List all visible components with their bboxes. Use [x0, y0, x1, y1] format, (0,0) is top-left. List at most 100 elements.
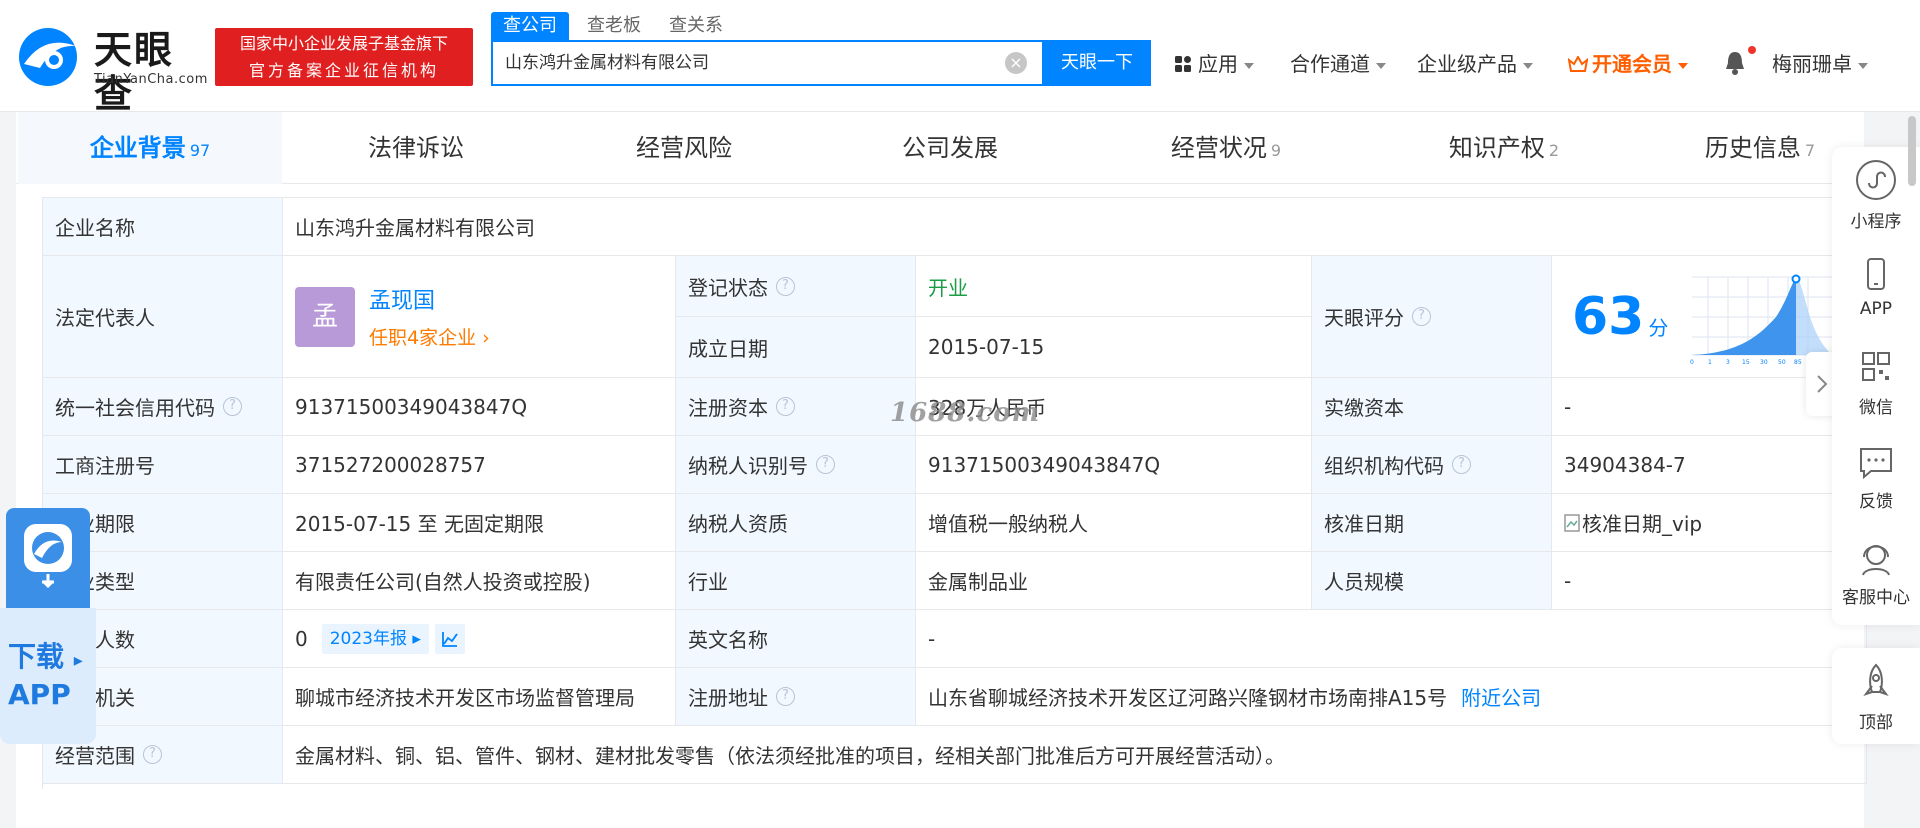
top-header: 天眼查 TianYanCha.com 国家中小企业发展子基金旗下 官方备案企业征… — [0, 0, 1920, 116]
axis-tick: 85 — [1794, 359, 1802, 366]
label-text: 纳税人识别号 — [688, 454, 808, 478]
tab-background[interactable]: 企业背景 97 — [18, 112, 282, 184]
tab-label: 企业背景 — [89, 134, 186, 162]
apps-grid-icon — [1175, 56, 1191, 72]
search-box: × — [491, 40, 1044, 86]
tab-search-company[interactable]: 查公司 — [491, 12, 569, 40]
rocket-icon — [1863, 663, 1889, 696]
tab-label: 经营风险 — [636, 134, 732, 162]
label-biz-reg-no: 工商注册号 — [43, 436, 283, 494]
tab-ip[interactable]: 知识产权 2 — [1394, 112, 1614, 184]
search-button[interactable]: 天眼一下 — [1043, 40, 1151, 86]
org-code: 34904384-7 — [1552, 436, 1867, 494]
help-icon[interactable]: ? — [776, 397, 795, 416]
label-legal-rep: 法定代表人 — [43, 256, 283, 378]
user-menu[interactable]: 梅丽珊卓 — [1772, 50, 1868, 78]
tab-label: 公司发展 — [902, 134, 998, 162]
nav-apps[interactable]: 应用 — [1174, 50, 1254, 78]
feedback-label: 反馈 — [1859, 492, 1893, 512]
score-marker — [1791, 274, 1801, 283]
app-label: APP — [1859, 299, 1893, 319]
label-industry: 行业 — [676, 552, 916, 610]
phone-icon — [1867, 258, 1885, 290]
trend-chart-icon[interactable] — [434, 623, 465, 654]
download-app-float[interactable]: 下载 ▸ APP — [0, 508, 96, 744]
axis-tick: 1 — [1708, 359, 1712, 366]
vip-button[interactable]: 开通会员 — [1567, 50, 1688, 78]
search-input[interactable] — [505, 42, 985, 84]
label-text: 登记状态 — [688, 275, 768, 300]
reg-status: 开业 — [916, 256, 1312, 317]
axis-tick: 30 — [1760, 359, 1768, 366]
crown-icon — [1567, 54, 1589, 72]
staff-size: - — [1552, 552, 1867, 610]
app-logo-icon — [24, 524, 72, 589]
legal-rep-name[interactable]: 孟现国 — [369, 283, 490, 315]
tianyancha-logo[interactable]: 天眼查 TianYanCha.com — [14, 24, 207, 116]
legal-rep-cell: 孟 孟现国 任职4家企业 › — [283, 256, 676, 378]
tab-history[interactable]: 历史信息 7 — [1660, 112, 1860, 184]
tab-litigation[interactable]: 法律诉讼 — [316, 112, 516, 184]
tab-risk[interactable]: 经营风险 — [584, 112, 784, 184]
headset-icon — [1862, 545, 1890, 576]
tab-operations[interactable]: 经营状况 9 — [1116, 112, 1336, 184]
chevron-down-icon — [1523, 62, 1533, 69]
tab-search-boss[interactable]: 查老板 — [587, 12, 641, 40]
label-taxpayer-type: 纳税人资质 — [676, 494, 916, 552]
label-score: 天眼评分? — [1312, 256, 1552, 378]
est-date: 2015-07-15 — [916, 317, 1312, 378]
qr-code-icon — [1862, 352, 1890, 381]
help-icon[interactable]: ? — [776, 276, 795, 296]
nav-enterprise[interactable]: 企业级产品 — [1417, 50, 1533, 78]
label-org-code: 组织机构代码? — [1312, 436, 1552, 494]
insured-cell: 0 2023年报 ▸ — [283, 610, 676, 668]
taxpayer-id: 91371500349043847Q — [916, 436, 1312, 494]
nav-partner[interactable]: 合作通道 — [1290, 50, 1386, 78]
label-text: 注册地址 — [688, 686, 768, 710]
legal-rep-roles-link[interactable]: 任职4家企业 › — [369, 323, 490, 350]
label-company-name: 企业名称 — [43, 198, 283, 256]
official-badge: 国家中小企业发展子基金旗下 官方备案企业征信机构 — [215, 28, 473, 86]
clear-icon[interactable]: × — [1005, 52, 1027, 74]
badge-line-2: 官方备案企业征信机构 — [248, 61, 439, 80]
score-unit: 分 — [1648, 316, 1669, 340]
tab-count: 97 — [189, 141, 211, 160]
tab-search-relation[interactable]: 查关系 — [669, 12, 723, 40]
customer-service-label: 客服中心 — [1842, 588, 1910, 608]
legal-rep-roles: 任职4家企业 — [369, 327, 477, 349]
company-type: 有限责任公司(自然人投资或控股) — [283, 552, 676, 610]
tab-development[interactable]: 公司发展 — [850, 112, 1050, 184]
bell-icon[interactable] — [1724, 50, 1746, 76]
help-icon[interactable]: ? — [816, 455, 835, 474]
feedback-icon — [1860, 448, 1892, 480]
help-icon[interactable]: ? — [1412, 307, 1431, 326]
tab-label: 经营状况 — [1170, 134, 1267, 162]
english-name: - — [916, 610, 1867, 668]
axis-tick: 15 — [1742, 359, 1750, 366]
avatar[interactable]: 孟 — [295, 286, 355, 347]
watermark: 1688.com — [890, 398, 1041, 428]
chevron-down-icon — [1858, 62, 1868, 69]
logo-domain: TianYanCha.com — [94, 72, 208, 87]
address-cell: 山东省聊城经济技术开发区辽河路兴隆钢材市场南排A15号 附近公司 — [916, 668, 1867, 726]
download-app-top — [6, 508, 90, 608]
scrollbar-thumb[interactable] — [1908, 116, 1916, 186]
nav-apps-label: 应用 — [1198, 52, 1238, 76]
axis-tick: 0 — [1690, 359, 1694, 366]
label-reg-capital: 注册资本? — [676, 378, 916, 436]
insured-count: 0 — [295, 626, 308, 651]
username: 梅丽珊卓 — [1772, 52, 1852, 76]
app-label: APP — [8, 678, 71, 711]
help-icon[interactable]: ? — [223, 397, 242, 416]
vip-label: 开通会员 — [1592, 52, 1672, 76]
help-icon[interactable]: ? — [143, 745, 162, 764]
axis-tick: 50 — [1778, 359, 1786, 366]
help-icon[interactable]: ? — [776, 687, 795, 706]
annual-report-label: 2023年报 — [329, 628, 407, 649]
business-scope: 金属材料、铜、铝、管件、钢材、建材批发零售（依法须经批准的项目，经相关部门批准后… — [283, 726, 1867, 784]
page-scrollbar[interactable] — [1906, 112, 1916, 828]
download-label: 下载 — [8, 640, 65, 673]
nearby-companies-link[interactable]: 附近公司 — [1461, 682, 1541, 711]
annual-report-link[interactable]: 2023年报 ▸ — [321, 623, 429, 654]
help-icon[interactable]: ? — [1452, 455, 1471, 474]
